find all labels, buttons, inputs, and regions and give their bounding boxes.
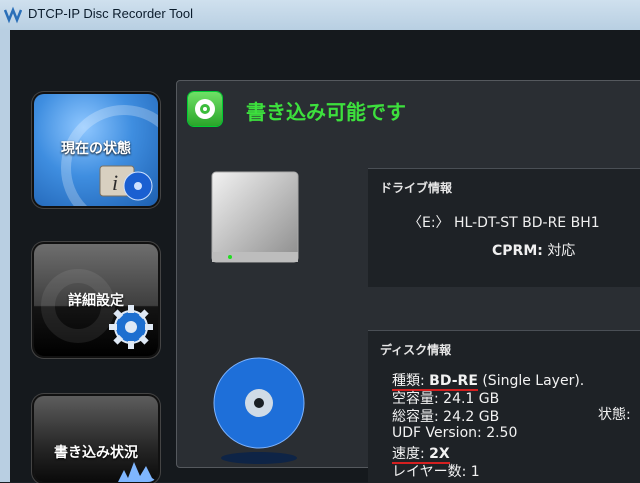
layers-row: レイヤー数: 1 (392, 461, 480, 481)
window-title: DTCP-IP Disc Recorder Tool (28, 6, 193, 21)
app-logo-icon (4, 6, 22, 24)
nav-status-label: 現在の状態 (61, 141, 131, 157)
disc-info-header: ディスク情報 (380, 343, 452, 357)
info-disc-icon: i (99, 165, 153, 201)
type-key: 種類: (392, 373, 425, 389)
nav-progress-label: 書き込み状況 (54, 445, 138, 461)
cprm-key: CPRM: (492, 243, 543, 259)
free-row: 空容量: 24.1 GB (392, 388, 499, 408)
free-value: 24.1 GB (443, 391, 500, 407)
waveform-icon (118, 462, 158, 482)
layers-key: レイヤー数: (392, 464, 467, 480)
total-value: 24.2 GB (443, 409, 500, 425)
drive-info-header: ドライブ情報 (380, 181, 453, 195)
cprm-value: 対応 (547, 243, 576, 259)
layers-value: 1 (470, 464, 480, 480)
speed-key: 速度: (392, 446, 425, 462)
free-key: 空容量: (392, 391, 439, 407)
total-row: 総容量: 24.2 GB (392, 406, 499, 426)
status-message: 書き込み可能です (246, 100, 406, 124)
gear-icon (109, 305, 153, 349)
type-extra: (Single Layer). (482, 373, 585, 389)
udf-value: 2.50 (486, 425, 518, 441)
udf-row: UDF Version: 2.50 (392, 425, 517, 441)
nav-progress-button[interactable]: 書き込み状況 (34, 396, 158, 482)
disc-ok-icon (188, 92, 222, 126)
type-value: BD-RE (429, 373, 478, 389)
state-key: 状態: (598, 407, 631, 423)
disc-info-section: ディスク情報 種類: BD-RE (Single Layer). 空容量: 24… (368, 330, 640, 483)
nav-detail-button[interactable]: 詳細設定 (34, 244, 158, 356)
drive-image (211, 171, 299, 263)
window-frame (0, 30, 10, 482)
speed-value: 2X (429, 446, 450, 462)
disc-image (213, 357, 305, 464)
cprm-row: CPRM: 対応 (492, 240, 575, 260)
title-bar: DTCP-IP Disc Recorder Tool (0, 0, 640, 31)
svg-text:i: i (112, 170, 118, 195)
udf-key: UDF Version: (392, 425, 482, 441)
drive-name: 〈E:〉 HL-DT-ST BD-RE BH1 (408, 215, 600, 231)
drive-info-section: ドライブ情報 〈E:〉 HL-DT-ST BD-RE BH1 CPRM: 対応 (368, 168, 640, 287)
total-key: 総容量: (392, 409, 439, 425)
speed-row: 速度: 2X (392, 443, 450, 464)
type-row: 種類: BD-RE (Single Layer). (392, 370, 585, 391)
nav-status-button[interactable]: 現在の状態 i (34, 94, 158, 206)
